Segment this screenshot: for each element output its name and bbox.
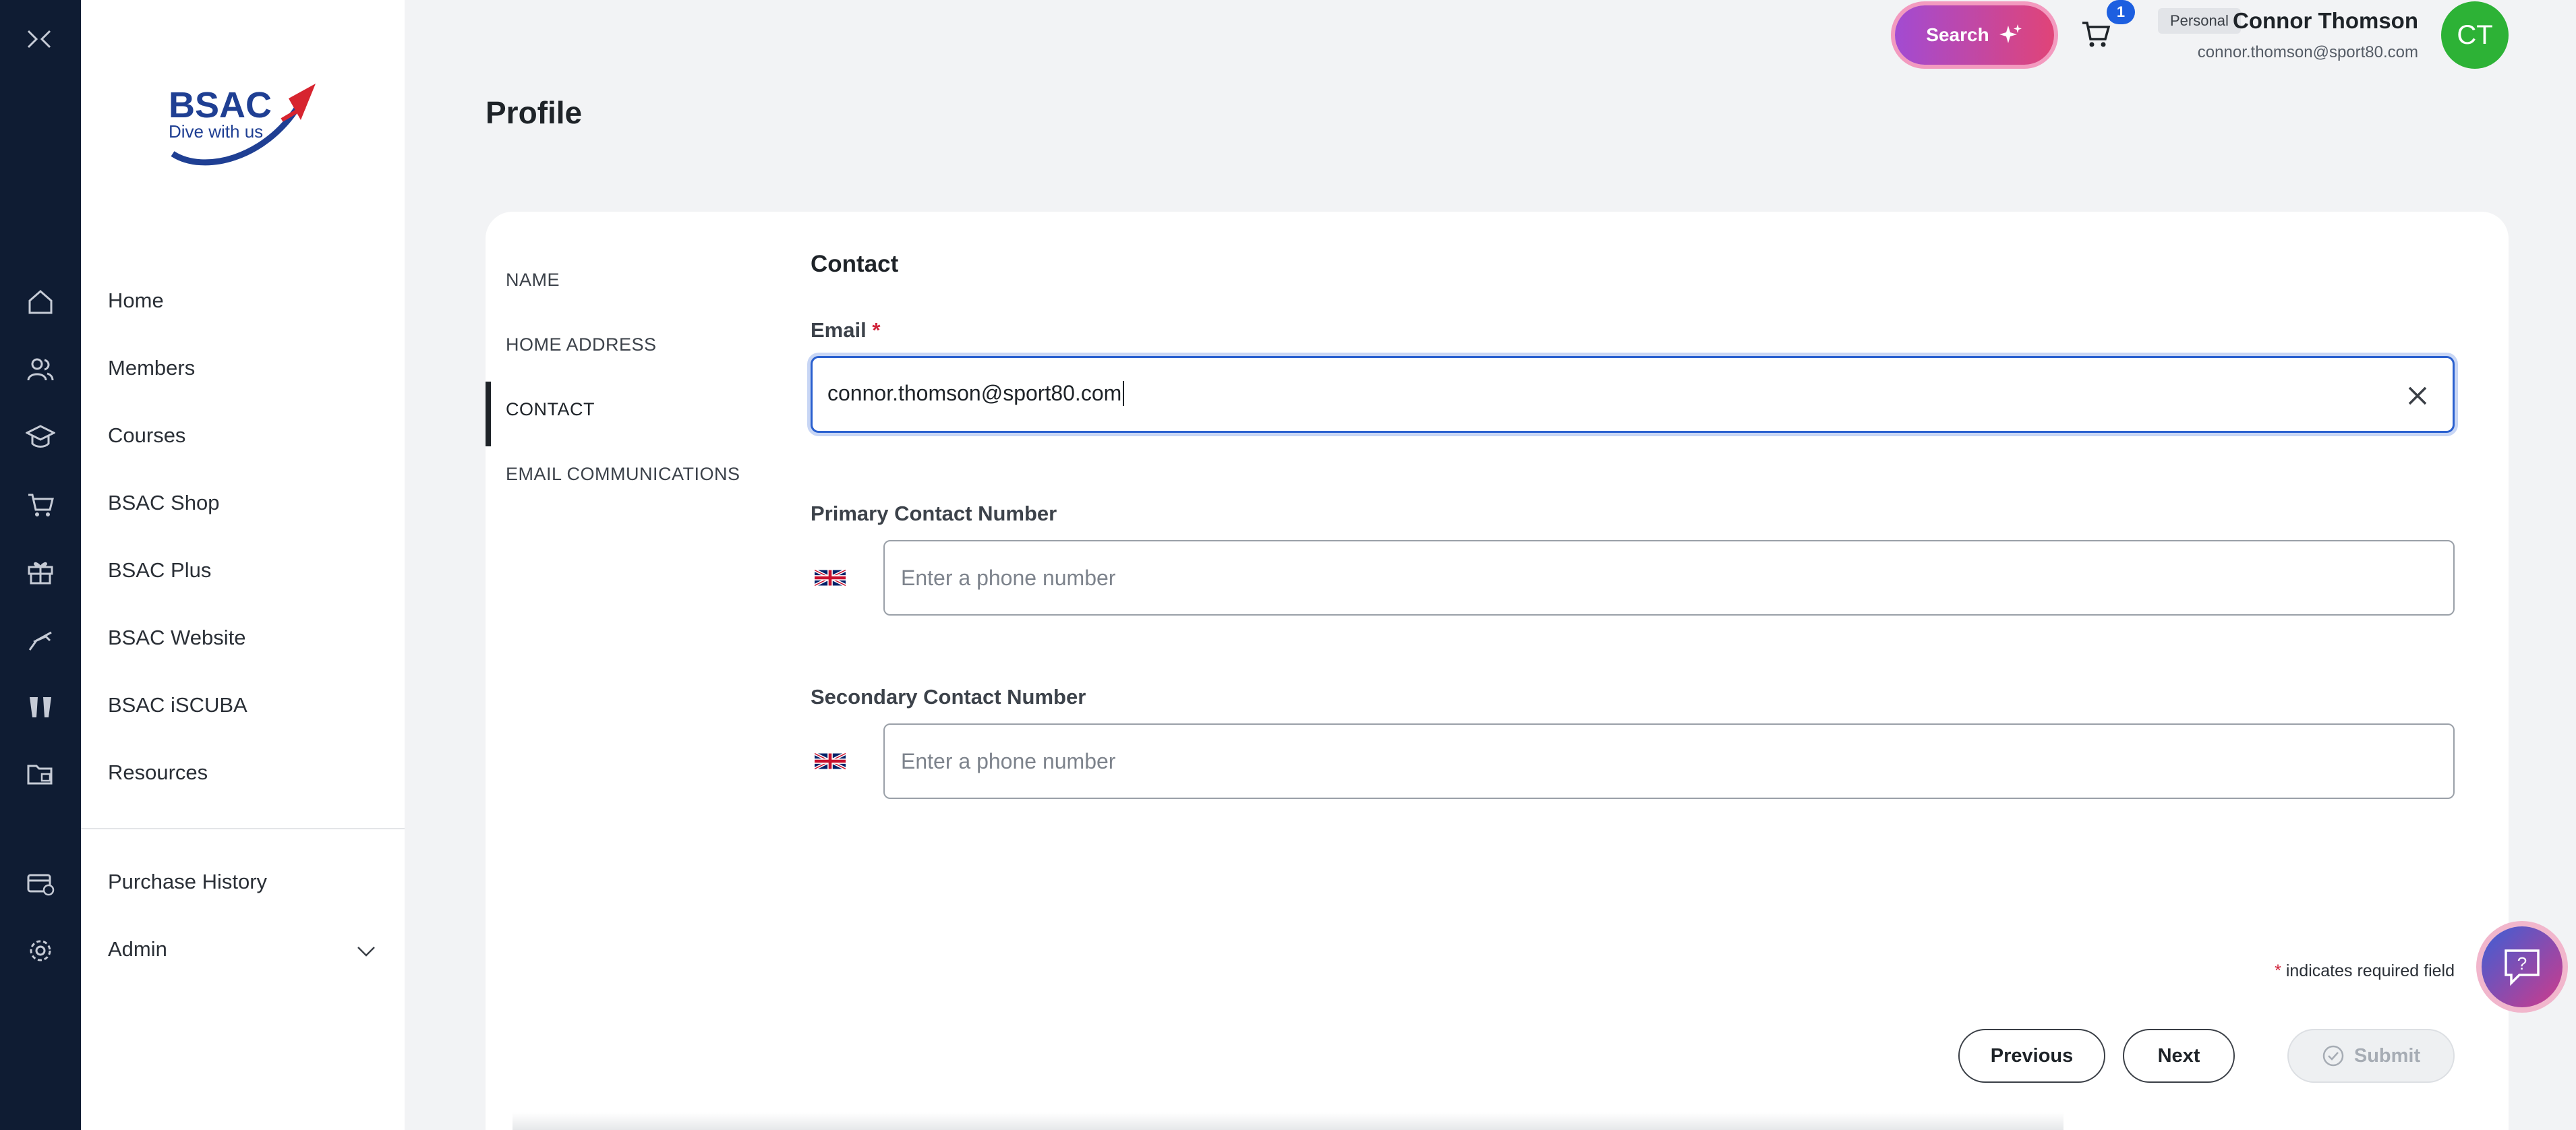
cart-icon[interactable] [2080,18,2112,50]
dive-flag-icon[interactable] [26,624,55,654]
nav-item-home[interactable]: Home [108,280,391,321]
purchase-history-icon[interactable] [26,868,55,898]
section-title: Contact [811,251,899,277]
email-value: connor.thomson@sport80.com [827,381,1125,406]
email-field[interactable]: connor.thomson@sport80.com [811,356,2455,433]
expand-sidebar-icon[interactable] [26,26,55,53]
nav-label: Admin [108,937,167,961]
page-title: Profile [486,95,583,130]
step-contact[interactable]: CONTACT [506,386,789,433]
chevron-down-icon[interactable] [356,941,376,961]
primary-phone-input[interactable]: Enter a phone number [883,540,2455,616]
help-chat-icon: ? [2505,949,2540,986]
gear-icon[interactable] [26,936,55,965]
next-button[interactable]: Next [2123,1029,2235,1083]
account-type-badge: Personal [2158,8,2241,34]
submit-button[interactable]: Submit [2287,1029,2455,1083]
submit-label: Submit [2353,1044,2421,1067]
secondary-contact-label: Secondary Contact Number [811,685,1086,709]
nav-item-purchase-history[interactable]: Purchase History [108,862,391,902]
nav-label: BSAC Plus [108,558,212,582]
nav-item-courses[interactable]: Courses [108,415,391,456]
required-marker: * [2275,961,2281,980]
nav-label: BSAC iSCUBA [108,693,247,717]
required-field-note: * indicates required field [2275,961,2455,981]
step-name[interactable]: NAME [506,256,789,303]
required-note-text: indicates required field [2285,961,2455,980]
email-label-text: Email [811,318,867,342]
nav-label: BSAC Website [108,626,246,649]
nav-label: Courses [108,423,186,447]
uk-flag-icon[interactable] [815,568,846,588]
required-marker: * [872,318,881,342]
gift-icon[interactable] [26,557,55,587]
secondary-phone-input[interactable]: Enter a phone number [883,723,2455,799]
secondary-phone-placeholder: Enter a phone number [901,749,1116,773]
nav-item-admin[interactable]: Admin [108,929,391,970]
uk-flag-icon[interactable] [815,751,846,771]
nav-item-resources[interactable]: Resources [108,752,391,793]
search-label: Search [1926,24,1989,45]
active-step-indicator [486,382,491,446]
search-button[interactable]: Search [1895,5,2054,65]
nav-item-members[interactable]: Members [108,348,391,388]
previous-button[interactable]: Previous [1958,1029,2105,1083]
nav-label: Members [108,356,196,380]
profile-form-card: NAME HOME ADDRESS CONTACT EMAIL COMMUNIC… [486,212,2509,1130]
courses-icon[interactable] [26,422,55,452]
nav-item-bsac-iscuba[interactable]: BSAC iSCUBA [108,685,391,725]
user-email: connor.thomson@sport80.com [2197,43,2418,61]
sparkle-icon [1999,24,2022,43]
shop-cart-icon[interactable] [26,489,55,519]
home-icon[interactable] [26,287,55,317]
email-label: Email * [811,318,880,343]
step-home-address[interactable]: HOME ADDRESS [506,321,789,368]
user-name[interactable]: Connor Thomson [2233,8,2418,34]
nav-label: BSAC Shop [108,491,220,514]
svg-text:?: ? [2517,953,2527,974]
navigation-sidebar: BSAC Dive with us Home Members Courses B… [81,0,405,1130]
svg-text:Dive with us: Dive with us [169,121,263,142]
nav-divider [81,828,405,829]
icon-rail [0,0,81,1130]
nav-label: Resources [108,761,208,784]
step-email-communications[interactable]: EMAIL COMMUNICATIONS [506,450,789,498]
nav-label: Purchase History [108,870,268,893]
primary-contact-label: Primary Contact Number [811,502,1057,525]
primary-phone-placeholder: Enter a phone number [901,566,1116,590]
bsac-logo[interactable]: BSAC Dive with us [163,80,318,181]
card-bottom-shadow [513,1112,2063,1130]
svg-text:BSAC: BSAC [169,85,272,125]
folder-icon[interactable] [26,759,55,789]
members-icon[interactable] [26,355,55,384]
nav-item-bsac-website[interactable]: BSAC Website [108,618,391,658]
nav-item-bsac-plus[interactable]: BSAC Plus [108,550,391,591]
help-chat-button[interactable]: ? [2482,926,2563,1007]
avatar[interactable]: CT [2441,1,2509,69]
fins-icon[interactable] [26,692,55,721]
nav-item-bsac-shop[interactable]: BSAC Shop [108,483,391,523]
cart-count-badge: 1 [2107,0,2135,24]
check-circle-icon [2322,1045,2344,1067]
close-icon[interactable] [2405,384,2430,408]
nav-label: Home [108,289,164,312]
